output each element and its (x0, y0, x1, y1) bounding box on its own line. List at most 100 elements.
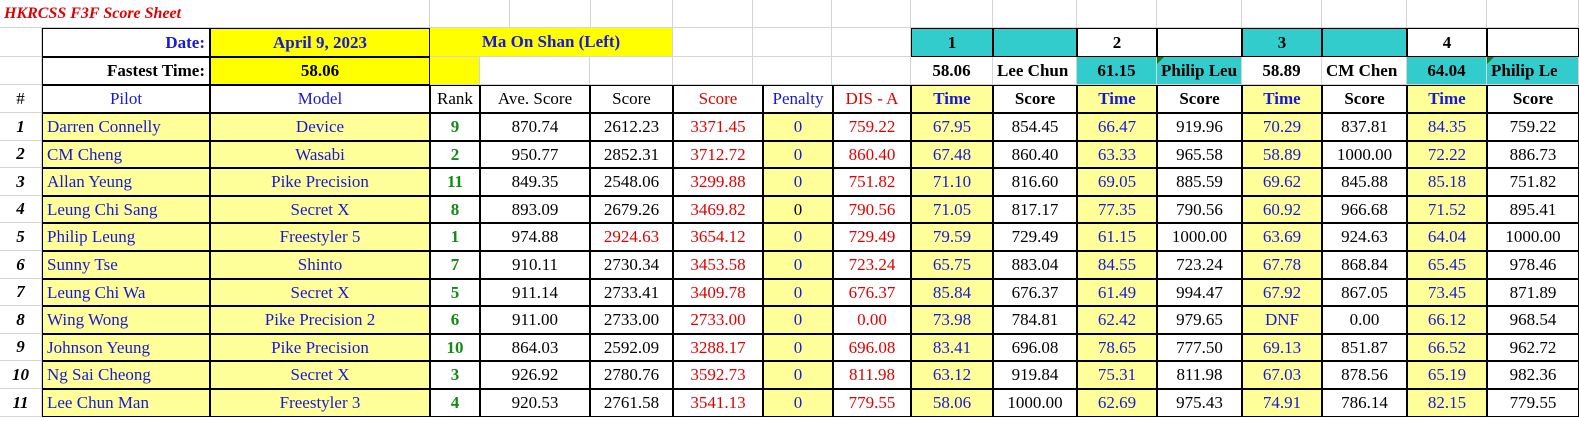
rank[interactable]: 8 (430, 196, 480, 223)
score-total[interactable]: 3712.72 (673, 141, 763, 168)
header-penalty[interactable]: Penalty (763, 85, 833, 113)
header-model[interactable]: Model (210, 85, 430, 113)
empty-cell[interactable] (1322, 0, 1407, 28)
row-number[interactable]: 10 (0, 361, 42, 389)
round-score[interactable]: 982.36 (1487, 361, 1579, 389)
model-name[interactable]: Freestyler 5 (210, 223, 430, 251)
round-score[interactable]: 0.00 (1322, 306, 1407, 334)
date-value[interactable]: April 9, 2023 (210, 28, 430, 57)
discard-score[interactable]: 696.08 (833, 334, 911, 361)
rank[interactable]: 6 (430, 306, 480, 334)
discard-score[interactable]: 860.40 (833, 141, 911, 168)
round-time[interactable]: 61.15 (1077, 223, 1157, 251)
rank[interactable]: 10 (430, 334, 480, 361)
round-score[interactable]: 878.56 (1322, 361, 1407, 389)
score[interactable]: 2730.34 (590, 251, 673, 279)
round-score[interactable]: 868.84 (1322, 251, 1407, 279)
empty-cell[interactable] (480, 57, 590, 85)
average-score[interactable]: 911.14 (480, 279, 590, 306)
pilot-name[interactable]: Allan Yeung (42, 168, 210, 196)
score[interactable]: 2548.06 (590, 168, 673, 196)
round-score[interactable]: 965.58 (1157, 141, 1242, 168)
round-fastest-pilot[interactable]: CM Chen (1322, 57, 1407, 85)
round-time[interactable]: 66.47 (1077, 113, 1157, 141)
pilot-name[interactable]: Lee Chun Man (42, 389, 210, 417)
score[interactable]: 2733.41 (590, 279, 673, 306)
pilot-name[interactable]: Leung Chi Wa (42, 279, 210, 306)
score-total[interactable]: 2733.00 (673, 306, 763, 334)
row-number[interactable]: 4 (0, 196, 42, 223)
empty-cell[interactable] (673, 28, 753, 57)
row-number[interactable]: 8 (0, 306, 42, 334)
row-number[interactable]: 2 (0, 141, 42, 168)
rank[interactable]: 4 (430, 389, 480, 417)
empty-cell[interactable] (832, 0, 911, 28)
row-number[interactable]: 3 (0, 168, 42, 196)
round-time[interactable]: 78.65 (1077, 334, 1157, 361)
average-score[interactable]: 893.09 (480, 196, 590, 223)
round-time[interactable]: 71.10 (911, 168, 993, 196)
pilot-name[interactable]: Wing Wong (42, 306, 210, 334)
average-score[interactable]: 974.88 (480, 223, 590, 251)
round-time[interactable]: 77.35 (1077, 196, 1157, 223)
round-time[interactable]: 65.75 (911, 251, 993, 279)
round-cell[interactable] (1322, 28, 1407, 57)
penalty[interactable]: 0 (763, 334, 833, 361)
round-score[interactable]: 851.87 (1322, 334, 1407, 361)
round-fastest-time[interactable]: 61.15 (1077, 57, 1157, 85)
average-score[interactable]: 920.53 (480, 389, 590, 417)
penalty[interactable]: 0 (763, 196, 833, 223)
empty-cell[interactable] (1487, 0, 1579, 28)
round-time[interactable]: 74.91 (1242, 389, 1322, 417)
header-dis[interactable]: DIS - A (833, 85, 911, 113)
empty-cell[interactable] (510, 0, 591, 28)
round-score[interactable]: 837.81 (1322, 113, 1407, 141)
header-time[interactable]: Time (911, 85, 993, 113)
round-number[interactable]: 4 (1407, 28, 1487, 57)
average-score[interactable]: 870.74 (480, 113, 590, 141)
fastest-time-value[interactable]: 58.06 (210, 57, 430, 85)
round-time[interactable]: 61.49 (1077, 279, 1157, 306)
model-name[interactable]: Shinto (210, 251, 430, 279)
round-score[interactable]: 924.63 (1322, 223, 1407, 251)
rank[interactable]: 7 (430, 251, 480, 279)
empty-cell[interactable] (430, 57, 480, 85)
round-score[interactable]: 871.89 (1487, 279, 1579, 306)
score-total[interactable]: 3453.58 (673, 251, 763, 279)
header-time[interactable]: Time (1407, 85, 1487, 113)
round-time[interactable]: 73.45 (1407, 279, 1487, 306)
round-time[interactable]: 83.41 (911, 334, 993, 361)
round-time[interactable]: 58.06 (911, 389, 993, 417)
pilot-name[interactable]: Leung Chi Sang (42, 196, 210, 223)
round-number[interactable]: 1 (911, 28, 993, 57)
header-rank[interactable]: Rank (430, 85, 480, 113)
round-number[interactable]: 3 (1242, 28, 1322, 57)
row-number[interactable]: 9 (0, 334, 42, 361)
discard-score[interactable]: 0.00 (833, 306, 911, 334)
round-score[interactable]: 759.22 (1487, 113, 1579, 141)
round-fastest-pilot[interactable]: Lee Chun (993, 57, 1077, 85)
penalty[interactable]: 0 (763, 389, 833, 417)
round-score[interactable]: 919.84 (993, 361, 1077, 389)
model-name[interactable]: Pike Precision (210, 168, 430, 196)
round-time[interactable]: 69.62 (1242, 168, 1322, 196)
header-round-score[interactable]: Score (993, 85, 1077, 113)
round-score[interactable]: 751.82 (1487, 168, 1579, 196)
discard-score[interactable]: 723.24 (833, 251, 911, 279)
penalty[interactable]: 0 (763, 279, 833, 306)
round-score[interactable]: 723.24 (1157, 251, 1242, 279)
pilot-name[interactable]: Darren Connelly (42, 113, 210, 141)
round-score[interactable]: 817.17 (993, 196, 1077, 223)
pilot-name[interactable]: Johnson Yeung (42, 334, 210, 361)
round-score[interactable]: 994.47 (1157, 279, 1242, 306)
round-time[interactable]: 66.12 (1407, 306, 1487, 334)
rank[interactable]: 11 (430, 168, 480, 196)
row-number[interactable]: 5 (0, 223, 42, 251)
round-score[interactable]: 1000.00 (1157, 223, 1242, 251)
header-pilot[interactable]: Pilot (42, 85, 210, 113)
round-time[interactable]: 66.52 (1407, 334, 1487, 361)
rank[interactable]: 3 (430, 361, 480, 389)
pilot-name[interactable]: Philip Leung (42, 223, 210, 251)
model-name[interactable]: Wasabi (210, 141, 430, 168)
header-time[interactable]: Time (1077, 85, 1157, 113)
